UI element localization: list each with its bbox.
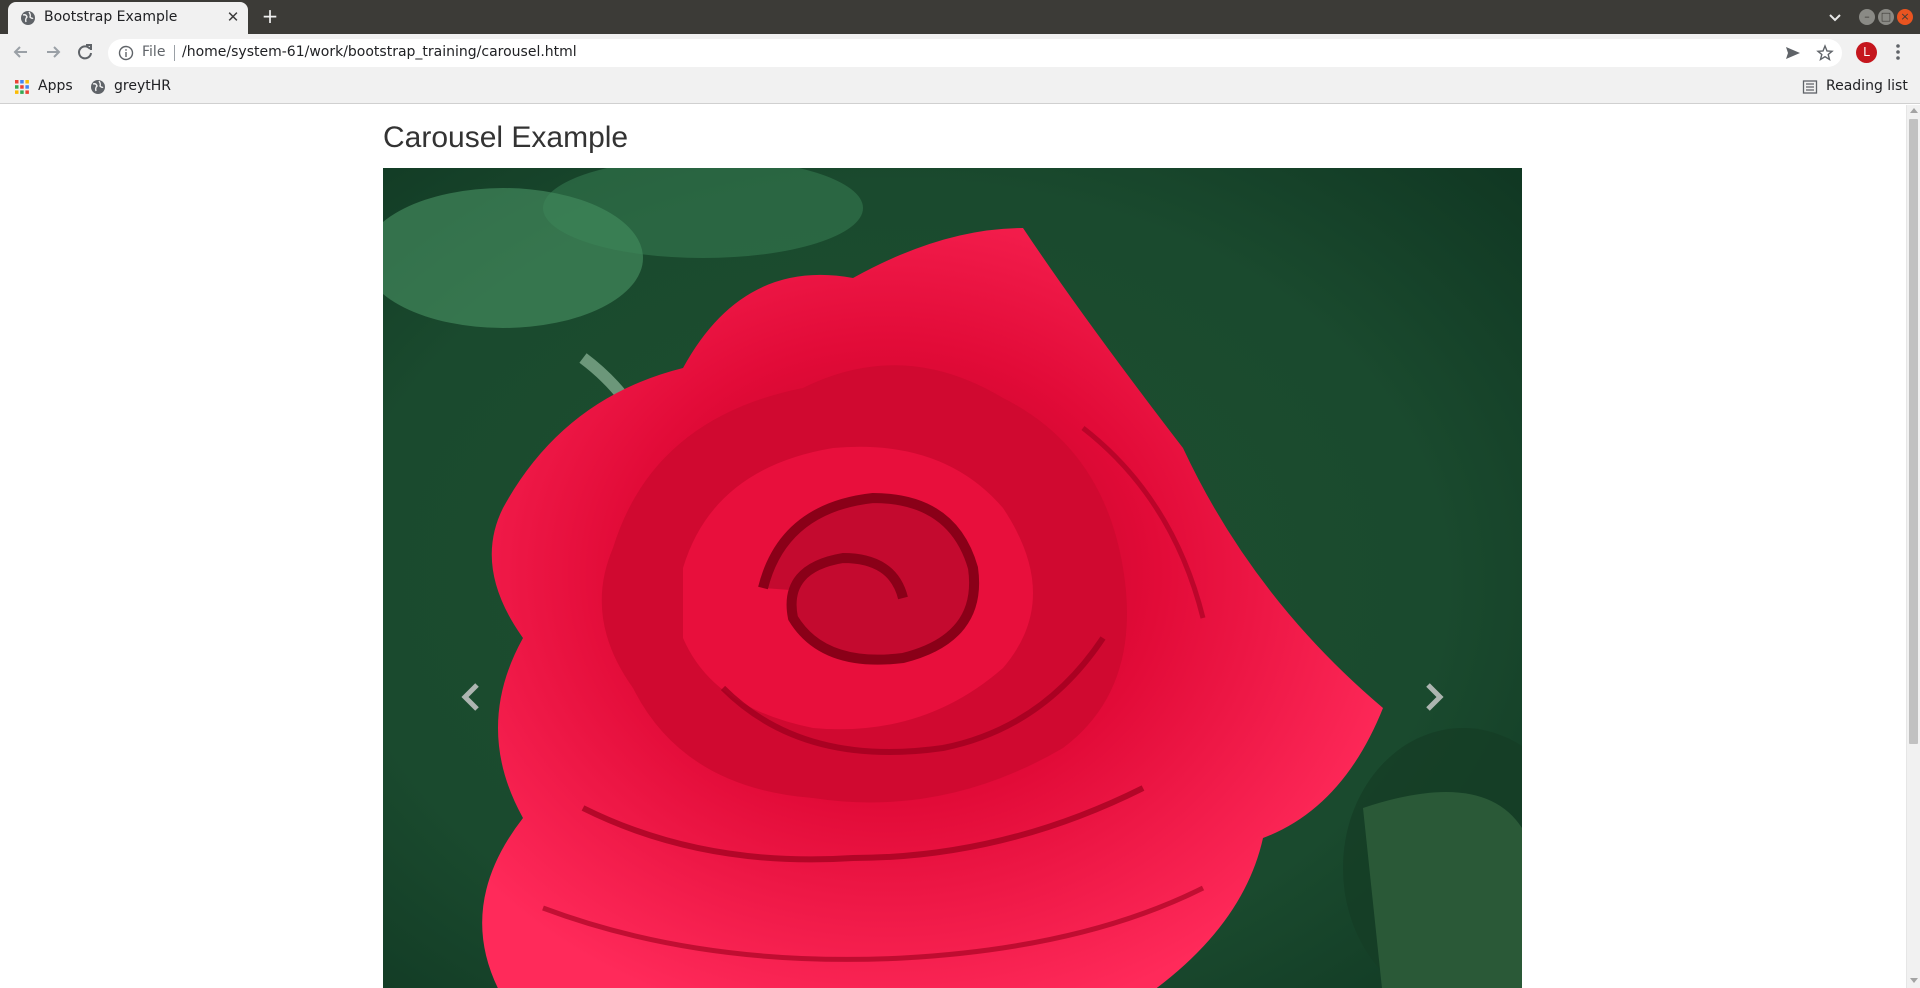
bookmark-label: greytHR bbox=[114, 78, 171, 94]
send-share-icon[interactable] bbox=[1784, 45, 1802, 61]
reload-icon[interactable] bbox=[74, 41, 96, 63]
window-minimize-button[interactable]: – bbox=[1859, 9, 1875, 25]
apps-grid-icon bbox=[15, 80, 29, 94]
forward-arrow-icon[interactable] bbox=[42, 41, 64, 63]
new-tab-button[interactable]: + bbox=[258, 6, 282, 28]
globe-icon bbox=[21, 11, 35, 25]
reading-list-label: Reading list bbox=[1826, 78, 1908, 94]
window-maximize-button[interactable]: □ bbox=[1878, 9, 1894, 25]
bookmarks-bar: Apps greytHR Reading list bbox=[0, 70, 1920, 104]
browser-toolbar: File /home/system-61/work/bootstrap_trai… bbox=[0, 34, 1920, 70]
chevron-right-icon bbox=[1426, 683, 1444, 711]
omnibox-separator bbox=[174, 45, 175, 61]
more-menu-icon[interactable] bbox=[1888, 42, 1908, 62]
scroll-up-arrow-icon[interactable] bbox=[1910, 108, 1918, 113]
carousel bbox=[383, 168, 1522, 988]
bookmark-label: Apps bbox=[38, 78, 73, 94]
back-arrow-icon[interactable] bbox=[10, 41, 32, 63]
reading-list-icon bbox=[1802, 80, 1818, 94]
close-icon: × bbox=[1900, 10, 1910, 23]
page-viewport: Carousel Example bbox=[0, 105, 1906, 988]
site-info-icon[interactable] bbox=[118, 45, 134, 61]
carousel-prev-control[interactable] bbox=[383, 168, 563, 988]
window-close-button[interactable]: × bbox=[1897, 9, 1913, 25]
url-scheme-label: File bbox=[142, 44, 166, 60]
globe-icon bbox=[91, 80, 105, 94]
browser-tab[interactable]: Bootstrap Example ✕ bbox=[8, 2, 248, 34]
carousel-next-control[interactable] bbox=[1342, 168, 1522, 988]
url-text[interactable]: /home/system-61/work/bootstrap_training/… bbox=[182, 44, 577, 60]
bookmark-star-icon[interactable] bbox=[1816, 44, 1834, 62]
minimize-icon: – bbox=[1864, 10, 1870, 23]
scrollbar-thumb[interactable] bbox=[1909, 119, 1918, 744]
scroll-down-arrow-icon[interactable] bbox=[1910, 978, 1918, 983]
browser-tab-strip: Bootstrap Example ✕ + – □ × bbox=[0, 0, 1920, 34]
tab-close-icon[interactable]: ✕ bbox=[223, 7, 243, 27]
page-title: Carousel Example bbox=[383, 121, 629, 154]
tab-search-chevron-icon[interactable] bbox=[1826, 8, 1844, 26]
chevron-left-icon bbox=[461, 683, 479, 711]
maximize-icon: □ bbox=[1880, 10, 1892, 23]
profile-avatar[interactable]: L bbox=[1856, 42, 1877, 63]
address-bar[interactable]: File /home/system-61/work/bootstrap_trai… bbox=[108, 39, 1842, 67]
page-scrollbar[interactable] bbox=[1906, 105, 1920, 988]
tab-title: Bootstrap Example bbox=[44, 9, 178, 25]
